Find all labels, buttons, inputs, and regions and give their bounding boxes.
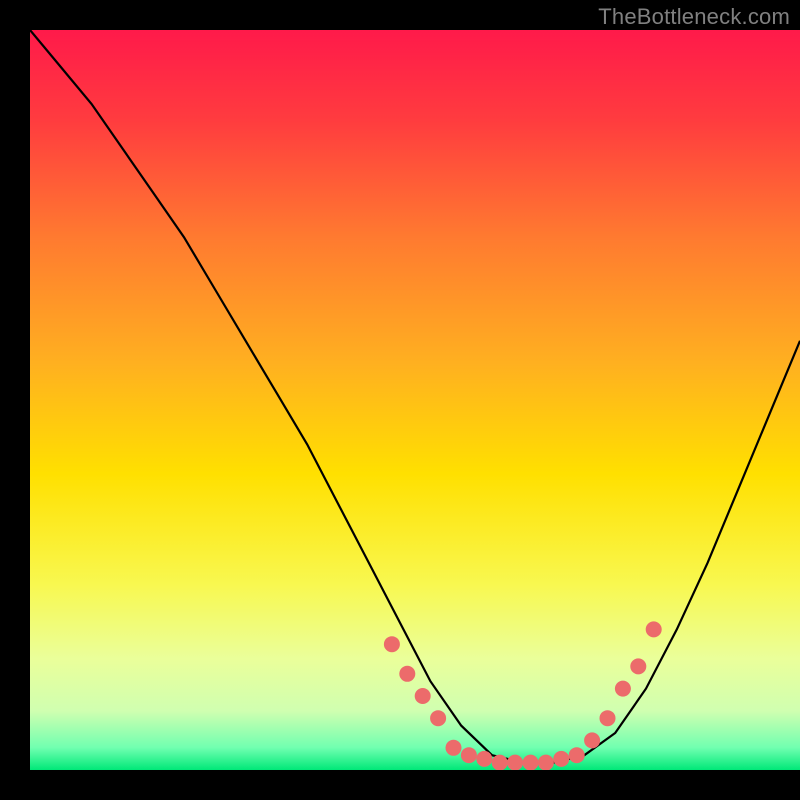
data-marker	[553, 751, 569, 767]
bottleneck-chart	[0, 0, 800, 800]
data-marker	[538, 755, 554, 771]
data-marker	[646, 621, 662, 637]
data-marker	[600, 710, 616, 726]
data-marker	[584, 732, 600, 748]
data-marker	[615, 681, 631, 697]
data-marker	[630, 658, 646, 674]
data-marker	[492, 755, 508, 771]
data-marker	[461, 747, 477, 763]
data-marker	[569, 747, 585, 763]
data-marker	[430, 710, 446, 726]
data-marker	[415, 688, 431, 704]
watermark-text: TheBottleneck.com	[598, 4, 790, 30]
data-marker	[476, 751, 492, 767]
data-marker	[399, 666, 415, 682]
chart-background	[30, 30, 800, 770]
data-marker	[507, 755, 523, 771]
data-marker	[523, 755, 539, 771]
data-marker	[446, 740, 462, 756]
data-marker	[384, 636, 400, 652]
